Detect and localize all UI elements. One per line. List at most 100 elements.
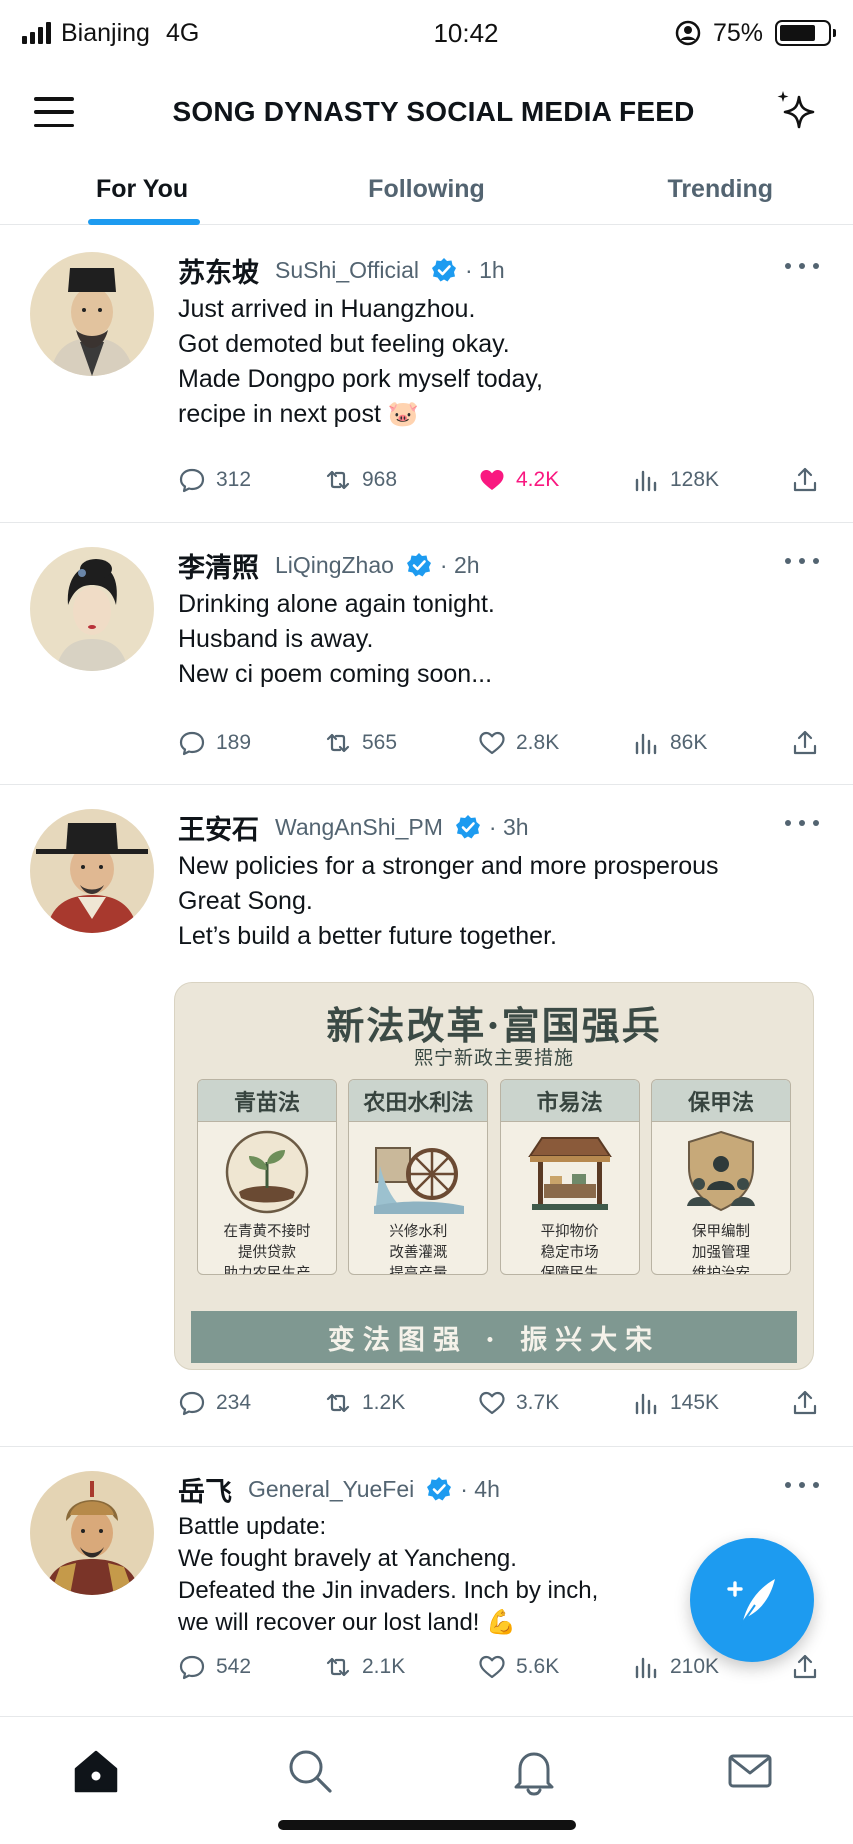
waterwheel-icon [374,1147,465,1214]
poster-title: 新法改革·富国强兵 [326,1003,662,1048]
views-button[interactable]: 145K [632,1389,784,1417]
card-line: 保障民生 [540,1266,599,1275]
heart-outline-icon [479,1391,505,1415]
reply-button[interactable]: 312 [178,466,324,494]
retweet-count: 2.1K [362,1655,406,1678]
retweet-button[interactable]: 1.2K [324,1389,478,1417]
avatar[interactable] [30,1471,154,1595]
share-icon [793,467,817,492]
like-count: 4.2K [516,468,560,491]
tab-label: Trending [667,175,773,203]
compose-button[interactable] [690,1538,814,1662]
more-options-icon[interactable] [785,551,819,571]
author-name[interactable]: 王安石 [178,808,259,847]
like-button[interactable]: 4.2K [478,466,632,494]
tab-label: Following [368,175,485,203]
retweet-button[interactable]: 565 [324,729,478,757]
heart-outline-icon [479,731,505,755]
author-name[interactable]: 苏东坡 [178,251,259,290]
views-chart-icon [635,1393,657,1415]
like-button[interactable]: 2.8K [478,729,632,757]
author-name[interactable]: 李清照 [178,546,259,585]
reply-count: 234 [216,1391,252,1414]
bottom-nav [0,1716,853,1844]
share-button[interactable] [791,729,819,757]
like-count: 2.8K [516,731,560,754]
post-sushi[interactable]: 苏东坡 SuShi_Official · 1h Just arrived in … [0,226,853,523]
share-button[interactable] [791,466,819,494]
avatar-yuefei-image [30,1471,154,1595]
reply-icon [179,1391,205,1416]
poster-banner: 变法图强 · 振兴大宋 [191,1311,797,1363]
post-time: · 1h [465,256,505,283]
policy-card-title: 市易法 [500,1080,639,1122]
reply-button[interactable]: 234 [178,1389,324,1417]
compose-quill-icon [727,1579,775,1626]
post-wanganshi[interactable]: 王安石 WangAnShi_PM · 3h New policies for a… [0,785,853,1447]
avatar-sushi-image [30,252,154,376]
share-button[interactable] [791,1389,819,1417]
card-line: 提供贷款 [238,1245,296,1261]
verified-badge-icon [427,1477,452,1501]
author-name[interactable]: 岳飞 [178,1470,232,1509]
policy-card: 青苗法 在青黄不接时 提供贷款 助力农民生产 [197,1079,337,1275]
home-indicator[interactable] [278,1820,576,1830]
post-text-line: recipe in next post 🐷 [178,400,419,428]
views-button[interactable]: 86K [632,729,784,757]
post-image-reform-poster[interactable]: 新法改革·富国强兵 熙宁新政主要措施 青苗法 在青黄不接时 提供贷款 助力农民生… [174,982,814,1370]
avatar[interactable] [30,547,154,671]
views-count: 128K [670,468,720,491]
views-button[interactable]: 128K [632,466,784,494]
author-handle[interactable]: General_YueFei [248,1476,414,1503]
author-handle[interactable]: WangAnShi_PM [275,814,443,841]
nav-search[interactable] [284,1745,336,1797]
reply-count: 312 [216,468,252,491]
more-options-icon[interactable] [785,1475,819,1495]
more-options-icon[interactable] [785,256,819,276]
avatar[interactable] [30,809,154,933]
card-art [652,1122,790,1222]
signal-icon [22,22,51,44]
card-art [501,1122,639,1222]
policy-card: 保甲法 保甲编制 加强管理 维护治安 [650,1079,791,1275]
verified-badge-icon [432,258,457,282]
sparkle-icon[interactable] [773,89,819,135]
nav-messages[interactable] [724,1745,776,1797]
reply-icon [179,1655,205,1680]
post-text-line: Husband is away. [178,625,374,653]
tab-trending[interactable]: Trending [563,155,853,224]
nav-home[interactable] [70,1745,122,1797]
share-icon [793,1390,817,1415]
retweet-icon [326,1393,350,1413]
share-button[interactable] [791,1653,819,1681]
reply-button[interactable]: 542 [178,1653,324,1681]
author-handle[interactable]: LiQingZhao [275,552,394,579]
like-button[interactable]: 3.7K [478,1389,632,1417]
post-liqingzhao[interactable]: 李清照 LiQingZhao · 2h Drinking alone again… [0,523,853,785]
tab-for-you[interactable]: For You [0,155,290,224]
post-text-line: Made Dongpo pork myself today, [178,365,544,393]
more-options-icon[interactable] [785,813,819,833]
author-handle[interactable]: SuShi_Official [275,257,419,284]
post-text-line: Drinking alone again tonight. [178,590,495,618]
policy-card-title: 保甲法 [651,1080,790,1122]
post-time: · 2h [439,551,480,578]
post-header: 王安石 WangAnShi_PM · 3h [178,807,819,847]
post-text: Drinking alone again tonight. Husband is… [178,587,819,692]
avatar[interactable] [30,252,154,376]
like-button[interactable]: 5.6K [478,1653,632,1681]
post-text: New policies for a stronger and more pro… [178,849,819,954]
card-line: 助力农民生产 [223,1266,311,1275]
nav-notifications[interactable] [508,1745,560,1797]
app-screen: Bianjing 4G 10:42 75% SONG DYNASTY SOCIA… [0,0,853,1844]
verified-badge-icon [406,553,431,577]
battery-icon [775,20,836,46]
reply-button[interactable]: 189 [178,729,324,757]
retweet-button[interactable]: 968 [324,466,478,494]
policy-card-title: 农田水利法 [349,1080,488,1122]
tab-following[interactable]: Following [290,155,563,224]
retweet-button[interactable]: 2.1K [324,1653,478,1681]
post-header: 岳飞 General_YueFei · 4h [178,1469,819,1509]
reply-icon [179,731,205,756]
hamburger-menu-icon[interactable] [34,97,74,127]
